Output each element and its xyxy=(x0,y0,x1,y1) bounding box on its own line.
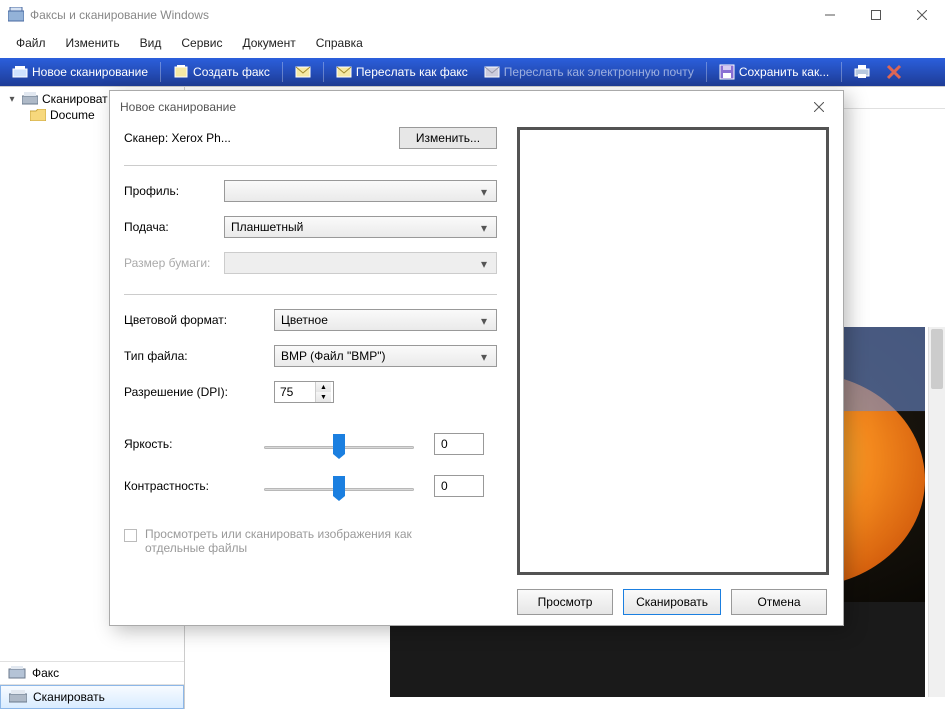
tool-new-fax[interactable]: Создать факс xyxy=(165,60,278,84)
slider-handle[interactable] xyxy=(333,434,345,454)
dialog-title: Новое сканирование xyxy=(120,100,805,114)
dialog-settings-panel: Сканер: Xerox Ph... Изменить... Профиль:… xyxy=(124,127,497,615)
separate-files-label: Просмотреть или сканировать изображения … xyxy=(145,527,425,555)
scan-mode-icon xyxy=(9,690,27,704)
fax-icon xyxy=(173,64,189,80)
profile-label: Профиль: xyxy=(124,184,224,198)
collapse-icon[interactable]: ▾ xyxy=(6,94,18,105)
brightness-value[interactable]: 0 xyxy=(434,433,484,455)
brightness-slider[interactable] xyxy=(264,434,414,454)
dpi-label: Разрешение (DPI): xyxy=(124,385,264,399)
delete-icon xyxy=(886,64,902,80)
app-icon xyxy=(8,7,24,23)
menubar: Файл Изменить Вид Сервис Документ Справк… xyxy=(0,30,945,58)
cancel-button[interactable]: Отмена xyxy=(731,589,827,615)
tool-reply[interactable] xyxy=(287,60,319,84)
dialog-titlebar: Новое сканирование xyxy=(110,91,843,123)
tool-print[interactable] xyxy=(846,60,878,84)
change-scanner-button[interactable]: Изменить... xyxy=(399,127,497,149)
maximize-button[interactable] xyxy=(853,0,899,30)
tool-new-scan[interactable]: Новое сканирование xyxy=(4,60,156,84)
dialog-preview-panel: Просмотр Сканировать Отмена xyxy=(517,127,829,615)
spinner-down[interactable]: ▼ xyxy=(316,392,331,402)
profile-select[interactable]: ▾ xyxy=(224,180,497,202)
scan-button[interactable]: Сканировать xyxy=(623,589,721,615)
spinner-up[interactable]: ▲ xyxy=(316,382,331,392)
menu-document[interactable]: Документ xyxy=(234,34,303,52)
chevron-down-icon: ▾ xyxy=(476,314,492,328)
menu-view[interactable]: Вид xyxy=(132,34,170,52)
scanner-name-label: Сканер: Xerox Ph... xyxy=(124,131,399,145)
scanner-icon-small xyxy=(22,92,38,106)
tool-forward-fax[interactable]: Переслать как факс xyxy=(328,60,476,84)
folder-icon xyxy=(30,109,46,121)
separate-files-checkbox xyxy=(124,529,137,542)
contrast-value[interactable]: 0 xyxy=(434,475,484,497)
contrast-slider[interactable] xyxy=(264,476,414,496)
preview-scrollbar[interactable] xyxy=(928,327,945,697)
contrast-label: Контрастность: xyxy=(124,479,264,493)
scrollbar-thumb[interactable] xyxy=(931,329,943,389)
menu-help[interactable]: Справка xyxy=(308,34,371,52)
paper-size-label: Размер бумаги: xyxy=(124,256,224,270)
close-button[interactable] xyxy=(899,0,945,30)
forward-fax-icon xyxy=(336,64,352,80)
color-format-label: Цветовой формат: xyxy=(124,313,264,327)
dpi-spinner[interactable]: ▲ ▼ xyxy=(274,381,334,403)
save-icon xyxy=(719,64,735,80)
envelope-icon xyxy=(295,64,311,80)
forward-email-icon xyxy=(484,64,500,80)
window-title: Факсы и сканирование Windows xyxy=(30,8,807,22)
dialog-buttons: Просмотр Сканировать Отмена xyxy=(517,589,829,615)
mode-fax[interactable]: Факс xyxy=(0,662,184,685)
file-type-label: Тип файла: xyxy=(124,349,264,363)
feed-label: Подача: xyxy=(124,220,224,234)
scanner-icon xyxy=(12,64,28,80)
tool-save-as[interactable]: Сохранить как... xyxy=(711,60,837,84)
color-format-select[interactable]: Цветное▾ xyxy=(274,309,497,331)
chevron-down-icon: ▾ xyxy=(476,185,492,199)
slider-handle[interactable] xyxy=(333,476,345,496)
brightness-label: Яркость: xyxy=(124,437,264,451)
fax-mode-icon xyxy=(8,666,26,680)
tool-forward-email[interactable]: Переслать как электронную почту xyxy=(476,60,702,84)
chevron-down-icon: ▾ xyxy=(476,257,492,271)
mode-scan[interactable]: Сканировать xyxy=(0,685,184,709)
file-type-select[interactable]: BMP (Файл "BMP")▾ xyxy=(274,345,497,367)
scan-preview-area xyxy=(517,127,829,575)
mode-switcher: Факс Сканировать xyxy=(0,661,184,709)
paper-size-select: ▾ xyxy=(224,252,497,274)
menu-file[interactable]: Файл xyxy=(8,34,54,52)
tree-label: Docume xyxy=(50,108,95,122)
printer-icon xyxy=(854,64,870,80)
minimize-button[interactable] xyxy=(807,0,853,30)
tree-label: Сканироват xyxy=(42,92,108,106)
menu-service[interactable]: Сервис xyxy=(173,34,230,52)
chevron-down-icon: ▾ xyxy=(476,350,492,364)
chevron-down-icon: ▾ xyxy=(476,221,492,235)
window-controls xyxy=(807,0,945,30)
preview-button[interactable]: Просмотр xyxy=(517,589,613,615)
menu-edit[interactable]: Изменить xyxy=(58,34,128,52)
dpi-input[interactable] xyxy=(275,382,315,402)
new-scan-dialog: Новое сканирование Сканер: Xerox Ph... И… xyxy=(109,90,844,626)
separate-files-option: Просмотреть или сканировать изображения … xyxy=(124,527,497,555)
dialog-close-button[interactable] xyxy=(805,97,833,117)
feed-select[interactable]: Планшетный▾ xyxy=(224,216,497,238)
toolbar: Новое сканирование Создать факс Переслат… xyxy=(0,58,945,86)
titlebar: Факсы и сканирование Windows xyxy=(0,0,945,30)
tool-delete[interactable] xyxy=(878,60,910,84)
